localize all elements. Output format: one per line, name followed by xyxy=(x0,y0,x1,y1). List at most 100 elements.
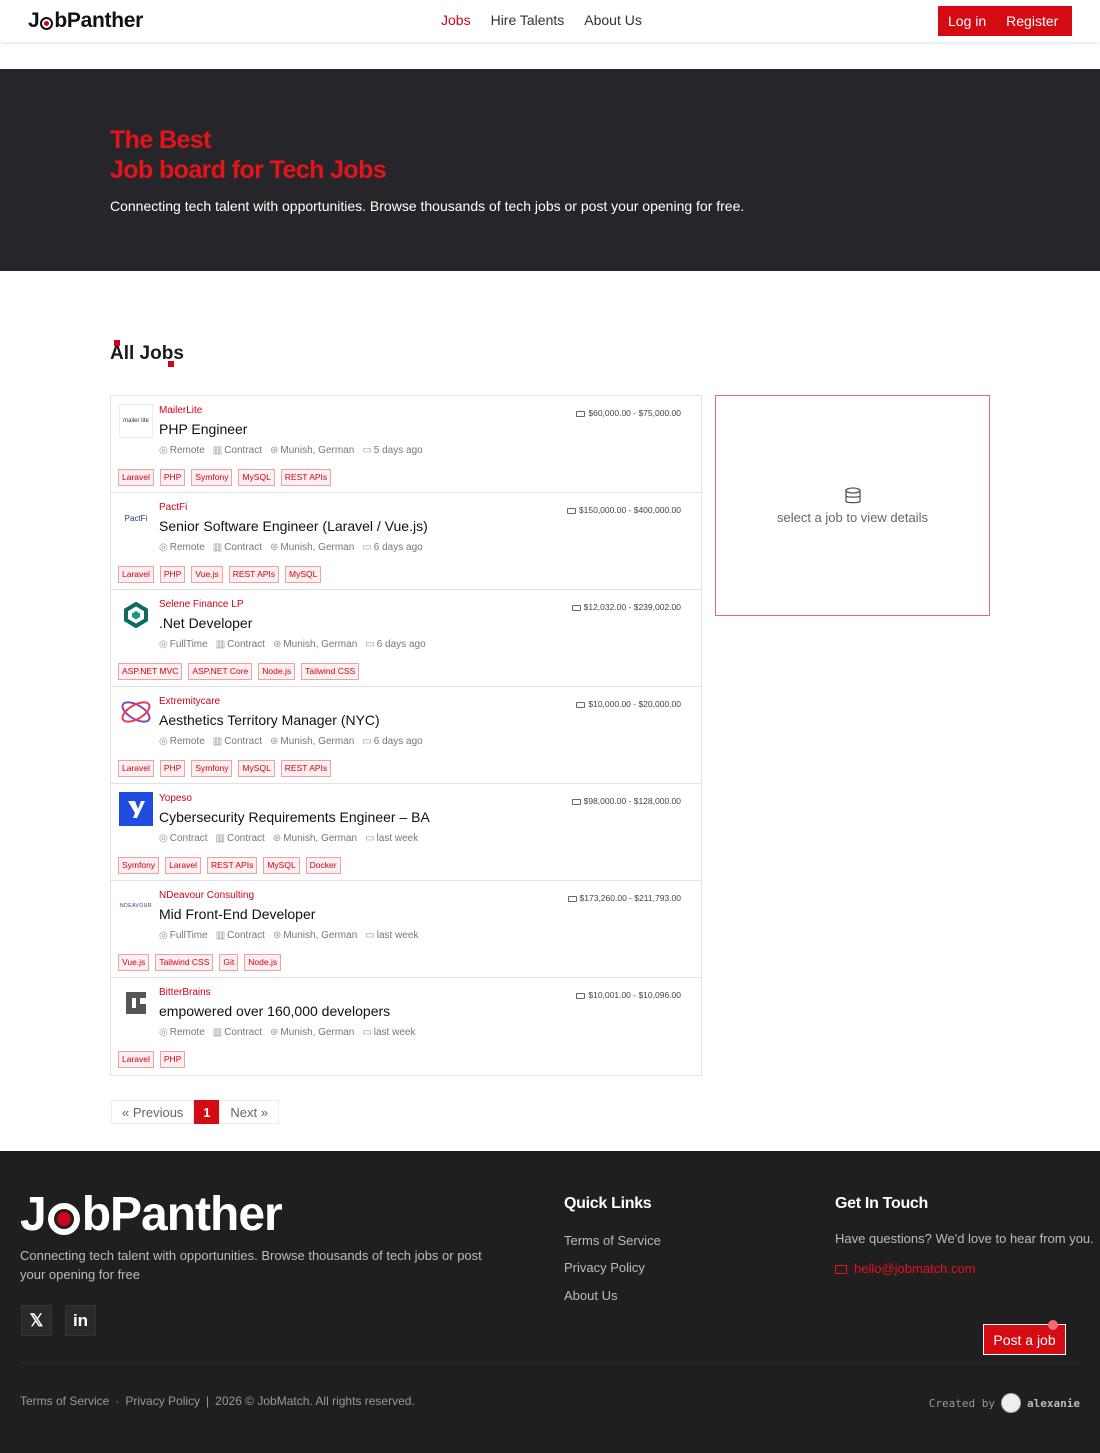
skill-tag: REST APIs xyxy=(280,469,332,486)
job-meta: Remote Contract Munish, German 5 days ag… xyxy=(159,445,423,456)
skill-tag: PHP xyxy=(159,760,186,777)
company-name[interactable]: Yopeso xyxy=(159,793,192,804)
auth-buttons: Log in Register xyxy=(938,6,1072,36)
skill-tag: Laravel xyxy=(118,469,154,486)
salary-range: $10,001.00 - $10,096.00 xyxy=(576,990,681,1000)
job-card[interactable]: Yopeso Cybersecurity Requirements Engine… xyxy=(111,784,701,881)
top-navbar: JbPanther Jobs Hire Talents About Us Log… xyxy=(0,0,1100,42)
job-card[interactable]: mailer lite MailerLite PHP Engineer $60,… xyxy=(111,396,701,493)
bottom-link-privacy[interactable]: Privacy Policy xyxy=(125,1394,200,1408)
job-title[interactable]: Aesthetics Territory Manager (NYC) xyxy=(159,712,380,728)
job-title[interactable]: .Net Developer xyxy=(159,615,252,631)
footer-link-about[interactable]: About Us xyxy=(564,1288,617,1303)
footer-link-privacy[interactable]: Privacy Policy xyxy=(564,1260,645,1275)
nav-about-us[interactable]: About Us xyxy=(584,12,642,28)
location: Munish, German xyxy=(273,930,357,941)
login-button[interactable]: Log in xyxy=(938,13,996,29)
post-job-label: Post a job xyxy=(993,1331,1056,1348)
skill-tag: ASP.NET MVC xyxy=(118,663,183,680)
footer-link-terms[interactable]: Terms of Service xyxy=(564,1233,661,1248)
get-in-touch-heading: Get In Touch xyxy=(835,1195,928,1212)
brand-logo[interactable]: JbPanther xyxy=(28,9,143,33)
job-meta: Contract Contract Munish, German last we… xyxy=(159,833,419,844)
job-type: Contract xyxy=(213,542,262,553)
footer-description: Connecting tech talent with opportunitie… xyxy=(20,1248,482,1282)
logo-o-mark xyxy=(47,1202,80,1235)
mail-icon xyxy=(835,1265,847,1274)
company-logo-text: mailer lite xyxy=(123,418,149,424)
posted-date: last week xyxy=(365,930,419,941)
company-name[interactable]: Extremitycare xyxy=(159,696,220,707)
bitterbrains-logo-icon xyxy=(126,992,146,1014)
job-card[interactable]: Selene Finance LP .Net Developer $12,032… xyxy=(111,590,701,687)
job-card[interactable]: NDEAVOUR NDeavour Consulting Mid Front-E… xyxy=(111,881,701,978)
salary-range: $98,000.00 - $128,000.00 xyxy=(571,796,681,806)
skill-tag: MySQL xyxy=(238,469,275,486)
author-name[interactable]: alexanie xyxy=(1027,1397,1080,1410)
separator: · xyxy=(115,1394,120,1408)
footer-logo[interactable]: JbPanther xyxy=(20,1187,283,1242)
skill-tag: Laravel xyxy=(118,1051,154,1068)
post-job-button[interactable]: Post a job xyxy=(983,1320,1066,1355)
job-title[interactable]: Mid Front-End Developer xyxy=(159,906,315,922)
nav-hire-talents[interactable]: Hire Talents xyxy=(491,12,565,28)
linkedin-social-icon[interactable]: in xyxy=(65,1305,96,1336)
nav-jobs[interactable]: Jobs xyxy=(441,12,471,28)
job-title[interactable]: Senior Software Engineer (Laravel / Vue.… xyxy=(159,518,428,534)
x-social-icon[interactable]: 𝕏 xyxy=(21,1305,52,1336)
credit: Created by alexanie xyxy=(929,1393,1080,1413)
email-text: hello@jobmatch.com xyxy=(854,1261,976,1276)
skill-tag: Symfony xyxy=(191,760,233,777)
copyright: 2026 © JobMatch. All rights reserved. xyxy=(215,1394,415,1408)
skill-tag: REST APIs xyxy=(228,566,280,583)
cash-icon xyxy=(576,993,586,999)
register-button[interactable]: Register xyxy=(996,13,1068,29)
footer-divider xyxy=(20,1363,1080,1364)
main-nav: Jobs Hire Talents About Us xyxy=(441,12,642,28)
posted-date: last week xyxy=(362,1027,416,1038)
company-name[interactable]: Selene Finance LP xyxy=(159,599,244,610)
job-meta: Remote Contract Munish, German 6 days ag… xyxy=(159,736,423,747)
job-title[interactable]: Cybersecurity Requirements Engineer – BA xyxy=(159,809,430,825)
salary-range: $150,000.00 - $400,000.00 xyxy=(566,505,681,515)
company-logo xyxy=(119,695,153,729)
salary-range: $173,260.00 - $211,793.00 xyxy=(567,893,681,903)
skill-tag: MySQL xyxy=(263,857,300,874)
company-logo: mailer lite xyxy=(119,404,153,438)
footer-bottom-links: Terms of Service · Privacy Policy | 2026… xyxy=(20,1394,415,1408)
bottom-link-terms[interactable]: Terms of Service xyxy=(20,1394,109,1408)
company-name[interactable]: BitterBrains xyxy=(159,987,211,998)
posted-date: 6 days ago xyxy=(362,736,423,747)
skill-tag: Vue.js xyxy=(191,566,223,583)
skill-tag: PHP xyxy=(159,566,186,583)
current-page-button[interactable]: 1 xyxy=(194,1100,220,1124)
company-name[interactable]: PactFi xyxy=(159,502,187,513)
yopeso-logo-icon xyxy=(128,801,145,818)
skill-tag: Symfony xyxy=(191,469,233,486)
hero-title-line2: Job board for Tech Jobs xyxy=(110,156,387,184)
hero-title-line1: The Best xyxy=(110,126,211,154)
job-card[interactable]: BitterBrains empowered over 160,000 deve… xyxy=(111,978,701,1075)
next-page-button[interactable]: Next » xyxy=(219,1100,279,1124)
skill-tag: Node.js xyxy=(244,954,282,971)
company-name[interactable]: MailerLite xyxy=(159,405,202,416)
details-placeholder-text: select a job to view details xyxy=(776,510,929,525)
job-card[interactable]: PactFi PactFi Senior Software Engineer (… xyxy=(111,493,701,590)
job-title[interactable]: empowered over 160,000 developers xyxy=(159,1003,390,1019)
separator: | xyxy=(206,1394,210,1408)
skill-tag: REST APIs xyxy=(280,760,332,777)
job-title[interactable]: PHP Engineer xyxy=(159,421,247,437)
cash-icon xyxy=(571,799,581,805)
job-meta: FullTime Contract Munish, German last we… xyxy=(159,930,419,941)
contact-email-link[interactable]: hello@jobmatch.com xyxy=(835,1261,976,1276)
job-card[interactable]: Extremitycare Aesthetics Territory Manag… xyxy=(111,687,701,784)
previous-page-button[interactable]: « Previous xyxy=(111,1100,195,1124)
skill-tag: REST APIs xyxy=(206,857,258,874)
workplace: Remote xyxy=(159,1027,205,1038)
skill-tag: Git xyxy=(219,954,239,971)
job-type: Contract xyxy=(213,1027,262,1038)
company-name[interactable]: NDeavour Consulting xyxy=(159,890,254,901)
job-type: Contract xyxy=(216,639,265,650)
section-title: All Jobs xyxy=(110,340,184,367)
location: Munish, German xyxy=(270,445,354,456)
